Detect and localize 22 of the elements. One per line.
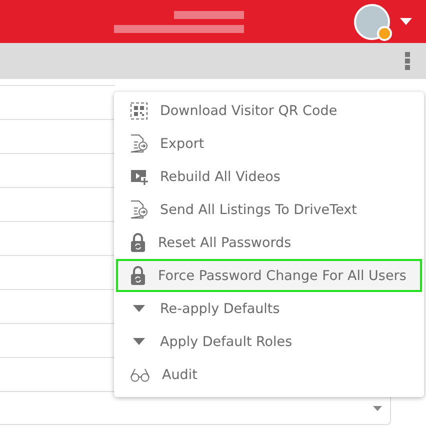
document-icon bbox=[130, 200, 148, 219]
document-icon bbox=[130, 134, 148, 153]
menu-item[interactable]: Reset All Passwords bbox=[116, 226, 422, 259]
menu-item[interactable]: Re-apply Defaults bbox=[116, 292, 422, 325]
lock-icon bbox=[130, 233, 146, 252]
caret-icon[interactable] bbox=[400, 18, 412, 26]
more-icon[interactable] bbox=[405, 52, 410, 70]
caret-icon bbox=[133, 305, 145, 312]
qr-code-icon bbox=[130, 102, 148, 120]
menu-item[interactable]: Rebuild All Videos bbox=[116, 160, 422, 193]
menu-item[interactable]: Send All Listings To DriveText bbox=[116, 193, 422, 226]
menu-item[interactable]: Download Visitor QR Code bbox=[116, 94, 422, 127]
glasses-icon bbox=[130, 368, 150, 382]
menu-item[interactable]: Audit bbox=[116, 358, 422, 391]
caret-icon bbox=[373, 406, 382, 410]
menu-item[interactable]: Force Password Change For All Users bbox=[116, 259, 422, 292]
menu-item[interactable]: Apply Default Roles bbox=[116, 325, 422, 358]
video-plus-icon bbox=[130, 168, 148, 186]
user-avatar[interactable] bbox=[354, 4, 390, 40]
menu-item[interactable]: Export bbox=[116, 127, 422, 160]
caret-icon bbox=[133, 338, 145, 345]
lock-icon bbox=[130, 266, 146, 285]
